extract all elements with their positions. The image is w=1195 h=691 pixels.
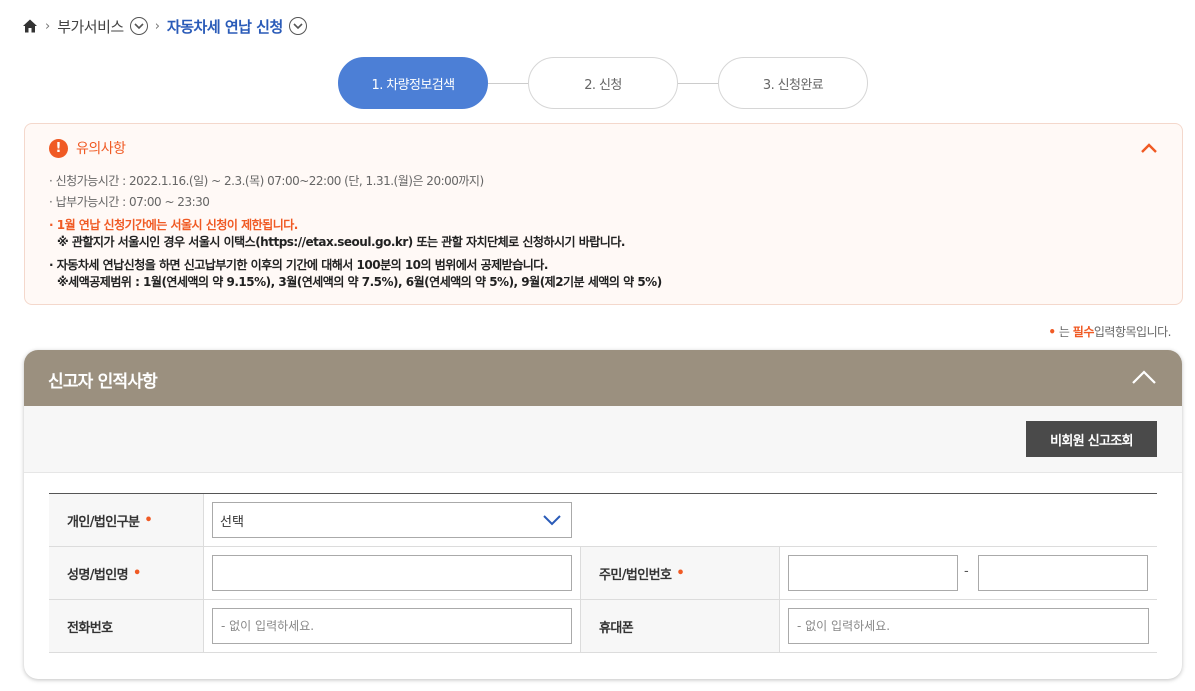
notice-line: · 납부가능시간 : 07:00 ~ 23:30	[49, 195, 210, 209]
chevron-up-icon[interactable]	[1130, 366, 1158, 390]
divider	[203, 600, 204, 652]
form-row-name: 성명/법인명 • 주민/법인번호 • -	[49, 547, 1157, 600]
chevron-up-icon[interactable]	[1138, 138, 1160, 160]
chevron-down-icon[interactable]	[129, 17, 148, 35]
notice-line-note: ※세액공제범위 : 1월(연세액의 약 9.15%), 3월(연세액의 약 7.…	[57, 275, 662, 289]
type-select-value: 선택	[220, 514, 244, 530]
required-note-prefix: 는	[1058, 325, 1070, 339]
chevron-right-icon: ›	[45, 18, 51, 34]
panel-toolbar: 비회원 신고조회	[24, 406, 1182, 473]
mobile-label-text: 휴대폰	[599, 620, 634, 636]
declarant-form: 개인/법인구분 • 선택 성명/법인명 • 주민/법인번호 • - 전화번호 -…	[49, 493, 1157, 653]
divider	[203, 547, 204, 599]
notice-line-note: ※ 관할지가 서울시인 경우 서울시 이택스(https://etax.seou…	[57, 235, 625, 249]
chevron-right-icon: ›	[154, 18, 160, 34]
name-label-text: 성명/법인명	[67, 567, 129, 583]
type-select[interactable]: 선택	[212, 502, 572, 538]
idnum-label: 주민/법인번호 •	[581, 547, 779, 599]
name-label: 성명/법인명 •	[49, 547, 203, 599]
mobile-input[interactable]	[788, 608, 1149, 644]
divider	[203, 494, 204, 546]
notice-line-warning: · 1월 연납 신청기간에는 서울시 신청이 제한됩니다.	[49, 218, 298, 232]
step-connector	[678, 83, 718, 84]
phone-label: 전화번호	[49, 600, 203, 652]
required-dot: •	[132, 565, 141, 581]
notice-box: ! 유의사항 · 신청가능시간 : 2022.1.16.(일) ~ 2.3.(목…	[24, 123, 1183, 305]
panel-title: 신고자 인적사항	[48, 372, 158, 392]
notice-line: · 자동차세 연납신청을 하면 신고납부기한 이후의 기간에 대해서 100분의…	[49, 258, 548, 272]
idnum-label-text: 주민/법인번호	[599, 567, 672, 583]
notice-title: 유의사항	[76, 141, 126, 157]
type-label-text: 개인/법인구분	[67, 514, 140, 530]
notice-line: · 신청가능시간 : 2022.1.16.(일) ~ 2.3.(목) 07:00…	[49, 174, 484, 188]
step-3: 3. 신청완료	[718, 57, 868, 109]
divider	[779, 547, 780, 599]
idnum-back-input[interactable]	[978, 555, 1148, 591]
guest-lookup-button[interactable]: 비회원 신고조회	[1026, 421, 1157, 457]
step-2: 2. 신청	[528, 57, 678, 109]
name-input[interactable]	[212, 555, 572, 591]
idnum-separator: -	[964, 564, 969, 579]
declarant-panel: 신고자 인적사항 비회원 신고조회 개인/법인구분• 선택 성명/법인명•	[24, 350, 1182, 679]
notice-header: ! 유의사항	[49, 138, 126, 158]
chevron-down-icon	[542, 512, 562, 528]
form-row-type: 개인/법인구분 • 선택	[49, 494, 1157, 547]
breadcrumb: › 부가서비스 › 자동차세 연납 신청	[22, 14, 307, 38]
alert-icon: !	[49, 138, 68, 158]
required-dot: •	[144, 512, 153, 528]
required-note-strong: 필수	[1072, 325, 1095, 339]
phone-input[interactable]	[212, 608, 572, 644]
form-row-phone: 전화번호 휴대폰	[49, 600, 1157, 653]
required-note: • 는 필수입력항목입니다.	[1048, 323, 1171, 340]
type-label: 개인/법인구분 •	[49, 494, 203, 546]
step-connector	[488, 83, 528, 84]
idnum-front-input[interactable]	[788, 555, 958, 591]
required-dot: •	[1048, 325, 1056, 339]
step-1: 1. 차량정보검색	[338, 57, 488, 109]
panel-header: 신고자 인적사항	[24, 350, 1182, 406]
chevron-down-icon[interactable]	[288, 17, 307, 35]
required-dot: •	[676, 565, 685, 581]
phone-label-text: 전화번호	[67, 620, 113, 636]
step-indicator: 1. 차량정보검색 2. 신청 3. 신청완료	[338, 57, 868, 109]
divider	[779, 600, 780, 652]
required-note-suffix: 입력항목입니다.	[1093, 325, 1172, 339]
breadcrumb-current[interactable]: 자동차세 연납 신청	[167, 16, 283, 37]
mobile-label: 휴대폰	[581, 600, 779, 652]
home-icon[interactable]	[22, 18, 38, 34]
breadcrumb-item-services[interactable]: 부가서비스	[57, 16, 124, 37]
